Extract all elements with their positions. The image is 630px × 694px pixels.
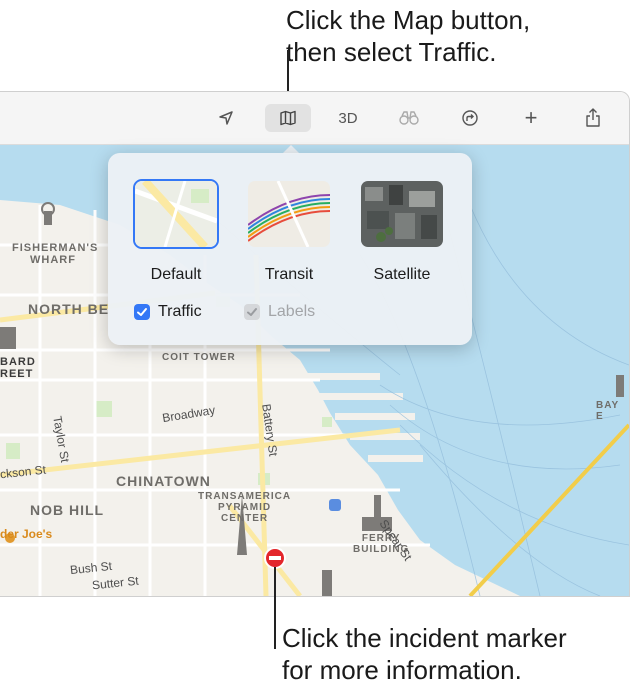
place-bay-bridge: BAY E xyxy=(596,400,620,422)
street-lombard: BARD REET xyxy=(0,356,36,380)
place-traders-joes: der Joe's xyxy=(0,527,53,541)
add-button[interactable]: + xyxy=(511,104,551,132)
maptype-default[interactable]: Default xyxy=(132,179,220,284)
default-map-thumbnail[interactable] xyxy=(133,179,219,249)
map-icon xyxy=(280,110,296,126)
callout-top-line1: Click the Map button, xyxy=(286,5,531,35)
maptype-default-label: Default xyxy=(150,266,202,283)
transit-map-thumbnail[interactable] xyxy=(246,179,332,249)
labels-option: Labels xyxy=(244,303,315,321)
share-icon xyxy=(586,108,600,127)
incident-marker[interactable] xyxy=(264,547,286,569)
callout-bottom-line2: for more information. xyxy=(282,655,522,685)
callout-bottom-leader xyxy=(274,567,276,649)
place-transamerica: TRANSAMERICA PYRAMID CENTER xyxy=(198,491,291,524)
satellite-map-thumbnail[interactable] xyxy=(359,179,445,249)
current-location-button[interactable] xyxy=(206,104,246,132)
map-mode-popover: Default Transit Satellite Traffic Labels xyxy=(108,153,472,345)
callout-bottom-line1: Click the incident marker xyxy=(282,623,567,653)
checkmark-icon xyxy=(137,308,147,316)
maptype-transit-label: Transit xyxy=(264,266,314,283)
location-arrow-icon xyxy=(219,111,233,125)
callout-map-button: Click the Map button, then select Traffi… xyxy=(286,4,626,68)
place-label: REET xyxy=(0,368,34,380)
labels-checkbox xyxy=(244,304,260,320)
map-mode-button[interactable] xyxy=(265,104,311,132)
labels-label: Labels xyxy=(268,303,316,320)
place-nob-hill: NOB HILL xyxy=(30,502,105,518)
binoculars-icon xyxy=(399,111,419,125)
place-label: FISHERMAN'S xyxy=(12,242,99,254)
callout-top-line2: then select Traffic. xyxy=(286,37,497,67)
look-around-button[interactable] xyxy=(389,104,429,132)
share-button[interactable] xyxy=(573,104,613,132)
traffic-label: Traffic xyxy=(158,303,202,320)
place-label: BARD xyxy=(0,356,36,368)
maptype-transit[interactable]: Transit xyxy=(245,179,333,284)
traffic-option[interactable]: Traffic xyxy=(134,303,202,321)
maptype-satellite-label: Satellite xyxy=(373,266,431,283)
place-chinatown: CHINATOWN xyxy=(116,473,211,489)
place-label: TRANSAMERICA xyxy=(198,491,292,502)
3d-button[interactable]: 3D xyxy=(328,104,368,132)
default-map-preview xyxy=(135,181,217,247)
checkmark-icon xyxy=(247,308,257,316)
place-label: WHARF xyxy=(30,254,76,266)
transit-map-preview xyxy=(248,181,330,247)
place-label: PYRAMID xyxy=(217,502,272,513)
directions-icon xyxy=(462,110,478,126)
place-north-beach: NORTH BE xyxy=(28,301,110,317)
traffic-checkbox[interactable] xyxy=(134,304,150,320)
place-fishermans-wharf: FISHERMAN'S WHARF xyxy=(12,242,98,266)
place-label: CENTER xyxy=(220,513,269,524)
maptype-satellite[interactable]: Satellite xyxy=(358,179,446,284)
directions-button[interactable] xyxy=(450,104,490,132)
satellite-map-preview xyxy=(361,181,443,247)
callout-incident-marker: Click the incident marker for more infor… xyxy=(282,622,627,686)
place-coit-tower: COIT TOWER xyxy=(162,352,236,363)
toolbar: 3D + xyxy=(0,92,629,145)
